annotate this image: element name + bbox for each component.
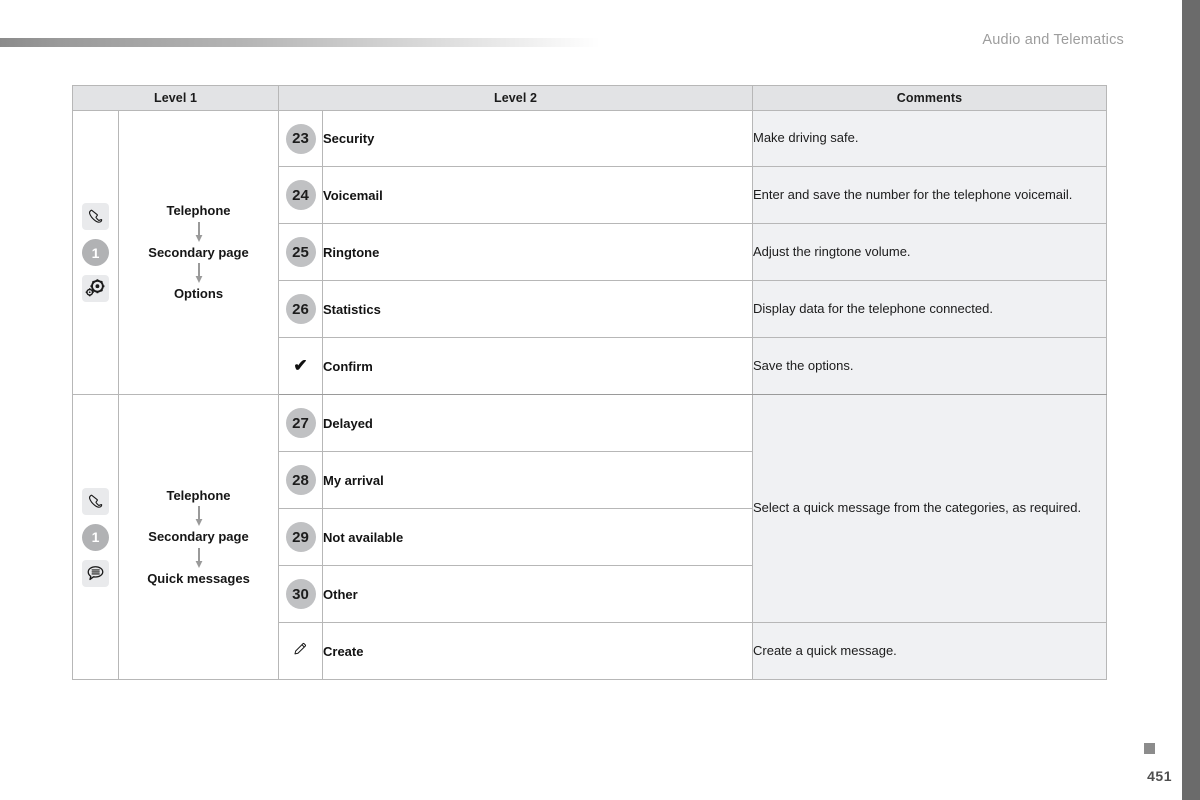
menu-matrix-table: Level 1 Level 2 Comments 1 Telephone Sec… — [72, 85, 1107, 680]
level1-flow-cell-2: Telephone Secondary page Quick messages — [118, 394, 279, 680]
page-number: 451 — [1147, 768, 1172, 784]
step-number-badge: 26 — [285, 294, 316, 324]
level2-badge-cell: 23 — [278, 110, 323, 167]
comment-text: Make driving safe. — [752, 110, 1107, 167]
comment-text: Save the options. — [752, 337, 1107, 395]
level1-number-badge: 1 — [82, 239, 109, 266]
flow-step: Telephone — [166, 203, 231, 219]
table-row: 1 — [72, 394, 1107, 680]
level2-label[interactable]: Voicemail — [322, 166, 753, 224]
column-header-comments: Comments — [752, 85, 1107, 111]
level2-label[interactable]: Other — [322, 565, 753, 623]
level2-badge-cell: 24 — [278, 166, 323, 224]
pencil-icon — [292, 642, 309, 661]
flow-step: Options — [173, 286, 224, 302]
flow-step: Secondary page — [148, 529, 249, 545]
page-section-title: Audio and Telematics — [982, 32, 1124, 48]
flow-step: Secondary page — [148, 244, 249, 260]
flow-arrow-down-icon — [195, 263, 202, 284]
level2-label[interactable]: Delayed — [322, 394, 753, 452]
settings-gears-icon — [82, 275, 109, 302]
step-number-badge: 25 — [285, 237, 316, 267]
level2-label[interactable]: Confirm — [322, 337, 753, 395]
table-row: 1 — [72, 110, 1107, 395]
level2-label[interactable]: Ringtone — [322, 223, 753, 281]
step-number-badge: 23 — [285, 123, 316, 154]
step-number-badge: 27 — [285, 408, 316, 438]
footer-square-mark — [1144, 743, 1155, 754]
level2-label[interactable]: My arrival — [322, 451, 753, 509]
flow-arrow-down-icon — [195, 506, 202, 527]
level2-badge-cell: ✔ — [278, 337, 323, 395]
comment-text: Enter and save the number for the teleph… — [752, 166, 1107, 224]
comment-text-merged: Select a quick message from the categori… — [752, 394, 1107, 623]
checkmark-icon: ✔ — [293, 355, 308, 375]
level1-icon-stack-cell-1: 1 — [72, 110, 119, 395]
message-bubble-icon — [82, 559, 109, 587]
phone-handset-icon — [82, 487, 109, 515]
right-edge-bar — [1182, 0, 1200, 800]
step-number-badge: 30 — [285, 579, 316, 609]
comment-text: Create a quick message. — [752, 622, 1107, 680]
step-number-badge: 28 — [285, 465, 316, 495]
level2-badge-cell: 30 — [278, 565, 323, 623]
flow-arrow-down-icon — [195, 221, 202, 242]
level2-label[interactable]: Create — [322, 622, 753, 680]
header-gradient-rule — [0, 38, 600, 47]
level2-label[interactable]: Not available — [322, 508, 753, 566]
level2-badge-cell: 25 — [278, 223, 323, 281]
level2-badge-cell: 29 — [278, 508, 323, 566]
level2-label[interactable]: Security — [322, 110, 753, 167]
level1-number-badge: 1 — [82, 523, 109, 551]
flow-step: Telephone — [166, 487, 231, 503]
level2-badge-cell: 28 — [278, 451, 323, 509]
step-number-badge: 24 — [285, 180, 316, 210]
table-header-row: Level 1 Level 2 Comments — [72, 85, 1107, 111]
phone-handset-icon — [82, 203, 109, 230]
step-number-badge: 29 — [285, 522, 316, 552]
level1-icon-stack-cell-2: 1 — [72, 394, 119, 680]
table-body: 1 Telephone Secondary page Options 23 Se… — [72, 110, 1107, 680]
flow-step: Quick messages — [147, 570, 250, 586]
comment-text: Adjust the ringtone volume. — [752, 223, 1107, 281]
flow-arrow-down-icon — [195, 547, 202, 568]
level2-badge-cell — [278, 622, 323, 680]
comment-text: Display data for the telephone connected… — [752, 280, 1107, 338]
level2-badge-cell: 26 — [278, 280, 323, 338]
column-header-level2: Level 2 — [278, 85, 753, 111]
level1-flow-cell-1: Telephone Secondary page Options — [118, 110, 279, 395]
column-header-level1: Level 1 — [72, 85, 279, 111]
level2-label[interactable]: Statistics — [322, 280, 753, 338]
level2-badge-cell: 27 — [278, 394, 323, 452]
menu-matrix-table-wrapper: Level 1 Level 2 Comments 1 Telephone Sec… — [72, 85, 1107, 680]
